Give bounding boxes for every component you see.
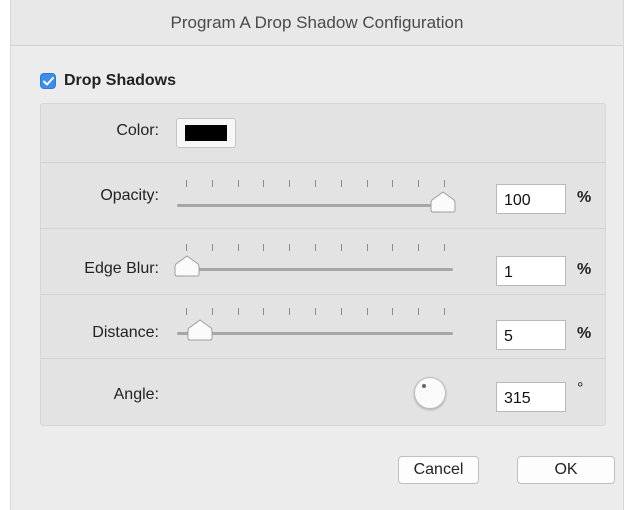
edge-blur-slider-track [177, 268, 453, 271]
slider-tick [211, 308, 213, 315]
slider-tick [237, 244, 239, 251]
slider-tick [211, 244, 213, 251]
angle-dial-icon[interactable] [414, 377, 446, 409]
slider-tick [444, 180, 445, 187]
slider-tick [289, 244, 291, 251]
slider-tick [392, 308, 394, 315]
distance-slider-track [177, 332, 453, 335]
distance-label: Distance: [92, 324, 159, 341]
slider-tick [186, 180, 187, 187]
slider-tick [315, 180, 316, 187]
opacity-slider-track [177, 204, 453, 207]
angle-label: Angle: [113, 386, 159, 403]
slider-tick [366, 244, 368, 251]
slider-tick [392, 180, 394, 187]
color-swatch [185, 125, 227, 141]
slider-tick [340, 244, 342, 251]
slider-tick [366, 180, 368, 187]
angle-row: Angle: 315 ° [41, 358, 605, 425]
distance-unit: % [577, 325, 592, 342]
angle-dial-indicator [422, 384, 426, 388]
window-title: Program A Drop Shadow Configuration [170, 12, 464, 32]
edge-blur-input[interactable]: 1 [496, 256, 566, 286]
slider-tick [237, 308, 239, 315]
color-label: Color: [116, 122, 159, 139]
drop-shadows-checkbox[interactable] [40, 73, 56, 89]
opacity-unit: % [577, 189, 592, 206]
color-row: Color: [41, 104, 605, 163]
edge-blur-row: Edge Blur: 1 % [41, 228, 605, 295]
settings-panel: Color: Opacity: 100 % Edge Blur: 1 % Dis… [40, 103, 606, 426]
slider-tick [263, 180, 265, 187]
edge-blur-slider-ticks [174, 244, 456, 254]
opacity-row: Opacity: 100 % [41, 162, 605, 229]
slider-tick [289, 180, 291, 187]
slider-tick [418, 180, 420, 187]
opacity-label: Opacity: [100, 187, 159, 204]
distance-row: Distance: 5 % [41, 294, 605, 359]
slider-tick [263, 308, 265, 315]
drop-shadows-toggle[interactable]: Drop Shadows [40, 72, 176, 90]
edge-blur-slider[interactable] [174, 244, 456, 284]
slider-tick [444, 308, 445, 315]
slider-tick [211, 180, 213, 187]
slider-tick [315, 308, 316, 315]
slider-tick [263, 244, 265, 251]
edge-blur-slider-thumb[interactable] [174, 255, 200, 277]
slider-tick [237, 180, 239, 187]
slider-tick [340, 180, 342, 187]
slider-tick [392, 244, 394, 251]
opacity-input[interactable]: 100 [496, 184, 566, 214]
slider-tick [340, 308, 342, 315]
drop-shadows-label: Drop Shadows [64, 72, 177, 89]
distance-slider-ticks [174, 308, 456, 318]
angle-unit: ° [577, 380, 584, 397]
cancel-button[interactable]: Cancel [398, 456, 479, 484]
opacity-slider[interactable] [174, 180, 456, 220]
slider-tick [418, 308, 420, 315]
opacity-slider-thumb[interactable] [430, 191, 456, 213]
angle-input[interactable]: 315 [496, 382, 566, 412]
title-bar: Program A Drop Shadow Configuration [11, 0, 623, 46]
edge-blur-unit: % [577, 261, 592, 278]
slider-tick [444, 244, 445, 251]
ok-button[interactable]: OK [517, 456, 615, 484]
slider-tick [315, 244, 316, 251]
slider-tick [186, 308, 187, 315]
opacity-slider-ticks [174, 180, 456, 190]
distance-slider-thumb[interactable] [187, 319, 213, 341]
slider-tick [186, 244, 187, 251]
dialog-window: Program A Drop Shadow Configuration Drop… [10, 0, 624, 510]
edge-blur-label: Edge Blur: [84, 260, 159, 277]
checkmark-icon [42, 76, 54, 85]
slider-tick [289, 308, 291, 315]
color-well-button[interactable] [176, 118, 236, 148]
slider-tick [366, 308, 368, 315]
distance-slider[interactable] [174, 308, 456, 348]
distance-input[interactable]: 5 [496, 320, 566, 350]
slider-tick [418, 244, 420, 251]
